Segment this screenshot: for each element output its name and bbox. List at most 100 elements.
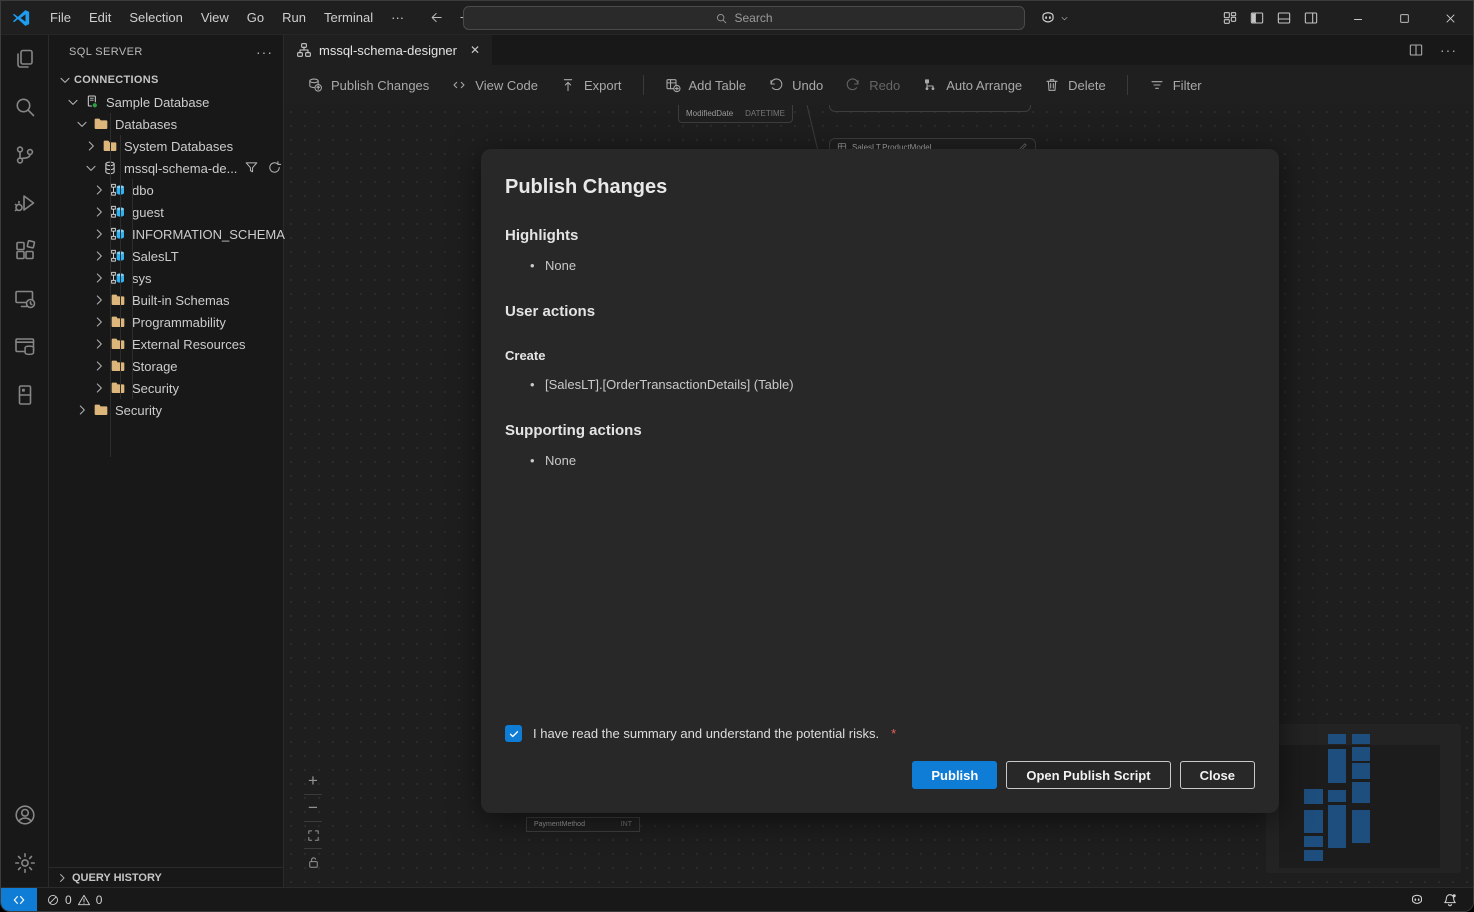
activity-files-icon[interactable] [1,35,49,83]
add-table-button[interactable]: Add Table [654,70,758,100]
zoom-in-button[interactable]: + [300,769,326,793]
tree-item-security[interactable]: Security [49,399,283,421]
sidebar-header: SQL SERVER ··· [49,35,283,69]
bell-status[interactable] [1442,892,1458,908]
dialog-section-heading: User actions [505,303,1255,320]
table-column-row[interactable]: ModifiedDate DATETIME [678,105,793,123]
remote-icon [12,893,26,907]
chevron-down-icon [65,94,81,110]
tree-item-sys[interactable]: sys [49,267,283,289]
layout-sidebar-right-icon[interactable] [1303,10,1319,26]
menu-selection[interactable]: Selection [120,1,191,34]
export-button[interactable]: Export [549,70,633,100]
menu-file[interactable]: File [41,1,80,34]
account-icon [13,803,37,827]
layout-grid-icon[interactable] [1222,10,1238,26]
tree-item-mssql-schema-de[interactable]: mssql-schema-de... [49,157,283,179]
tree-item-storage[interactable]: Storage [49,355,283,377]
activity-account-icon[interactable] [1,791,49,839]
folder-icon [110,314,126,330]
activity-database-container-icon[interactable] [1,323,49,371]
publish-changes-button[interactable]: Publish Changes [296,70,440,100]
menu-view[interactable]: View [192,1,238,34]
publish-button[interactable]: Publish [912,761,997,789]
fit-view-button[interactable] [300,823,326,847]
sidebar-more-button[interactable]: ··· [256,44,273,60]
activity-extensions-icon[interactable] [1,227,49,275]
layout-panel-icon[interactable] [1276,10,1292,26]
tree-item-sample-database[interactable]: Sample Database [49,91,283,113]
risk-acknowledge-checkbox[interactable] [505,725,522,742]
editor-more-button[interactable]: ··· [1440,42,1457,58]
open-publish-script-button[interactable]: Open Publish Script [1006,761,1170,789]
lock-button[interactable] [300,850,326,874]
zoom-out-button[interactable]: − [300,796,326,820]
tree-item-guest[interactable]: guest [49,201,283,223]
activity-run-debug-icon[interactable] [1,179,49,227]
minimize-button[interactable]: – [1335,1,1381,35]
layout-sidebar-left-icon[interactable] [1249,10,1265,26]
copilot-menu[interactable] [1039,6,1070,30]
undo-button[interactable]: Undo [757,70,834,100]
chevron-right-icon [91,358,107,374]
chevron-right-icon [91,248,107,264]
tree-item-dbo[interactable]: dbo [49,179,283,201]
menu-terminal[interactable]: Terminal [315,1,382,34]
filter-funnel-icon[interactable] [244,160,260,176]
menu-run[interactable]: Run [273,1,315,34]
tree-item-connections[interactable]: CONNECTIONS [49,69,283,91]
toolbar-label: Undo [792,78,823,93]
tab-close-button[interactable]: ✕ [470,43,480,57]
minimap[interactable] [1266,724,1461,873]
minimap-table-block [1304,850,1323,861]
toolbar-separator [643,75,644,95]
copilot-status[interactable] [1409,892,1425,908]
command-center-search[interactable]: Search [463,6,1025,30]
activity-remote-explorer-icon[interactable] [1,275,49,323]
close-button[interactable]: Close [1180,761,1255,789]
split-editor-icon[interactable] [1408,42,1424,58]
tree-item-external-resources[interactable]: External Resources [49,333,283,355]
minimap-table-block [1352,763,1370,779]
activity-server-environment-icon[interactable] [1,371,49,419]
refresh-icon[interactable] [267,160,283,176]
menu-more-button[interactable]: ··· [382,1,413,34]
close-button[interactable] [1427,1,1473,35]
statusbar-right [1409,892,1473,908]
minimap-table-block [1352,734,1370,744]
delete-button[interactable]: Delete [1033,70,1117,100]
minimap-table-block [1352,810,1370,843]
tree-item-built-in-schemas[interactable]: Built-in Schemas [49,289,283,311]
auto-arrange-button[interactable]: Auto Arrange [911,70,1033,100]
tree-item-databases[interactable]: Databases [49,113,283,135]
delete-icon [1044,77,1060,93]
menu-go[interactable]: Go [238,1,273,34]
query-history-section[interactable]: QUERY HISTORY [49,867,283,887]
folder-icon [110,336,126,352]
tree-item-label: Databases [115,117,177,132]
table-fragment[interactable] [829,105,1031,112]
problems-status[interactable]: 0 0 [46,893,102,907]
table-column-row[interactable]: PaymentMethod INT [526,817,640,832]
zoom-controls: +− [300,769,326,874]
menu-edit[interactable]: Edit [80,1,120,34]
tree-item-security[interactable]: Security [49,377,283,399]
view-code-button[interactable]: View Code [440,70,549,100]
tree-item-label: Storage [132,359,178,374]
activity-source-control-icon[interactable] [1,131,49,179]
back-arrow-icon[interactable] [429,10,444,25]
redo-button[interactable]: Redo [834,70,911,100]
tree-item-programmability[interactable]: Programmability [49,311,283,333]
tree-item-saleslt[interactable]: SalesLT [49,245,283,267]
search-icon [13,95,37,119]
maximize-button[interactable] [1381,1,1427,35]
publish-changes-dialog: Publish Changes HighlightsNoneUser actio… [481,149,1279,813]
filter-button[interactable]: Filter [1138,70,1213,100]
tab-mssql-schema-designer[interactable]: mssql-schema-designer ✕ [284,35,492,65]
chevron-right-icon [74,402,90,418]
tree-item-system-databases[interactable]: System Databases [49,135,283,157]
tree-item-information-schema[interactable]: INFORMATION_SCHEMA [49,223,283,245]
activity-search-icon[interactable] [1,83,49,131]
remote-indicator[interactable] [1,888,37,911]
activity-settings-gear-icon[interactable] [1,839,49,887]
